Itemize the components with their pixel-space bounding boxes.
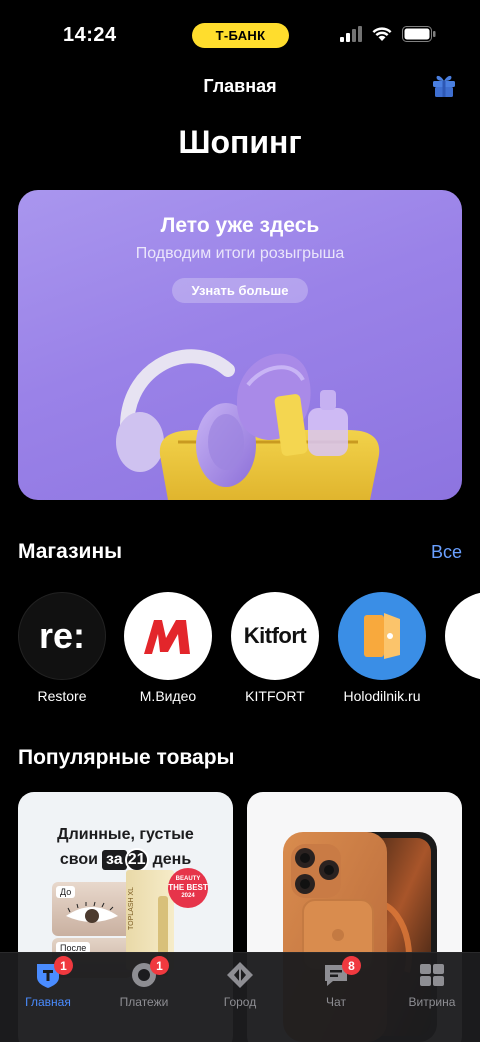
home-tab-icon-wrap: 1 [34, 956, 73, 989]
page-title: Шопинг [178, 124, 302, 160]
chat-tab-icon-wrap: 8 [322, 956, 361, 989]
summer-accessories-illustration [116, 349, 380, 500]
battery-icon [402, 26, 436, 42]
store-partial[interactable]: Te T [445, 592, 480, 704]
sticker-top: BEAUTY [175, 876, 201, 882]
tab-payments[interactable]: 1 Платежи [96, 956, 192, 1009]
kitfort-logo-text: Kitfort [243, 623, 307, 648]
nav-header: Главная [0, 66, 480, 106]
restore-logo-text: re: [38, 615, 86, 656]
store-restore[interactable]: re: Restore [18, 592, 106, 704]
store-label: T [445, 688, 480, 704]
stores-carousel[interactable]: re: Restore М.Видео Kitfort KITFORT Holo… [18, 592, 480, 712]
showcase-tab-icon-wrap [418, 961, 446, 989]
products-section-header: Популярные товары [18, 746, 462, 770]
holodilnik-logo [338, 592, 426, 680]
headline-word-day: день [152, 851, 192, 868]
tab-city[interactable]: Город [192, 961, 288, 1009]
wifi-icon [372, 27, 392, 41]
store-label: KITFORT [245, 688, 305, 704]
products-title: Популярные товары [18, 746, 235, 769]
bank-pill: Т-БАНК [192, 23, 289, 48]
sticker-main: THE BEST [168, 883, 208, 893]
tab-chat-label: Чат [326, 995, 346, 1009]
tab-showcase[interactable]: Витрина [384, 961, 480, 1009]
sticker-year: 2024 [181, 892, 195, 899]
fridge-door-icon [364, 613, 400, 659]
stores-title: Магазины [18, 540, 123, 563]
tab-chat[interactable]: 8 Чат [288, 956, 384, 1009]
banner-title: Лето уже здесь [160, 214, 320, 237]
home-badge: 1 [54, 956, 73, 975]
see-all-stores-link[interactable]: Все [431, 542, 462, 563]
status-icons [340, 26, 436, 42]
mvideo-logo [124, 592, 212, 680]
status-time: 14:24 [63, 24, 117, 46]
tab-payments-label: Платежи [119, 995, 169, 1009]
store-kitfort[interactable]: Kitfort KITFORT [231, 592, 319, 704]
showcase-grid-icon [420, 964, 444, 986]
store-mvideo[interactable]: М.Видео [124, 592, 212, 704]
tab-showcase-label: Витрина [408, 995, 456, 1009]
restore-logo: re: [18, 592, 106, 680]
headline-word-for: за [101, 850, 127, 870]
payments-tab-icon-wrap: 1 [130, 956, 169, 989]
tab-bar: 1 Главная 1 Платежи Город 8 Чат Витрина [0, 952, 480, 1042]
eye-before-icon [66, 901, 118, 923]
mvideo-logo-mark [144, 620, 190, 654]
before-photo: До [52, 882, 132, 936]
cellular-signal-icon [340, 26, 362, 42]
gift-icon[interactable] [432, 72, 456, 98]
chat-badge: 8 [342, 956, 361, 975]
card-headline-line2: свои за 21 день [18, 848, 233, 872]
award-sticker: BEAUTY THE BEST 2024 [168, 868, 208, 908]
stores-section-header: Магазины Все [18, 540, 462, 564]
tab-home-label: Главная [25, 995, 71, 1009]
kitfort-logo: Kitfort [231, 592, 319, 680]
banner-subtitle: Подводим итоги розыгрыша [135, 245, 345, 262]
product-brand-text: TOPLASH XL [128, 886, 135, 930]
store-label: Holodilnik.ru [343, 688, 421, 704]
store-label: М.Видео [139, 688, 197, 704]
headline-days-number: 21 [124, 848, 149, 872]
store-label: Restore [37, 688, 87, 704]
headline-word-own: свои [59, 851, 98, 868]
promo-banner[interactable]: Лето уже здесь Подводим итоги розыгрыша … [18, 190, 462, 500]
header-title: Главная [203, 76, 277, 96]
store-holodilnik[interactable]: Holodilnik.ru [338, 592, 426, 704]
partial-store-logo: Te [445, 592, 480, 680]
city-tab-icon-wrap [226, 961, 254, 989]
tab-city-label: Город [223, 995, 257, 1009]
tab-home[interactable]: 1 Главная [0, 956, 96, 1009]
payments-badge: 1 [150, 956, 169, 975]
city-diamond-icon [227, 962, 253, 988]
status-bar: 14:24 Т-БАНК [0, 0, 480, 66]
card-headline-line1: Длинные, густые [57, 826, 194, 843]
learn-more-button[interactable]: Узнать больше [172, 278, 308, 303]
